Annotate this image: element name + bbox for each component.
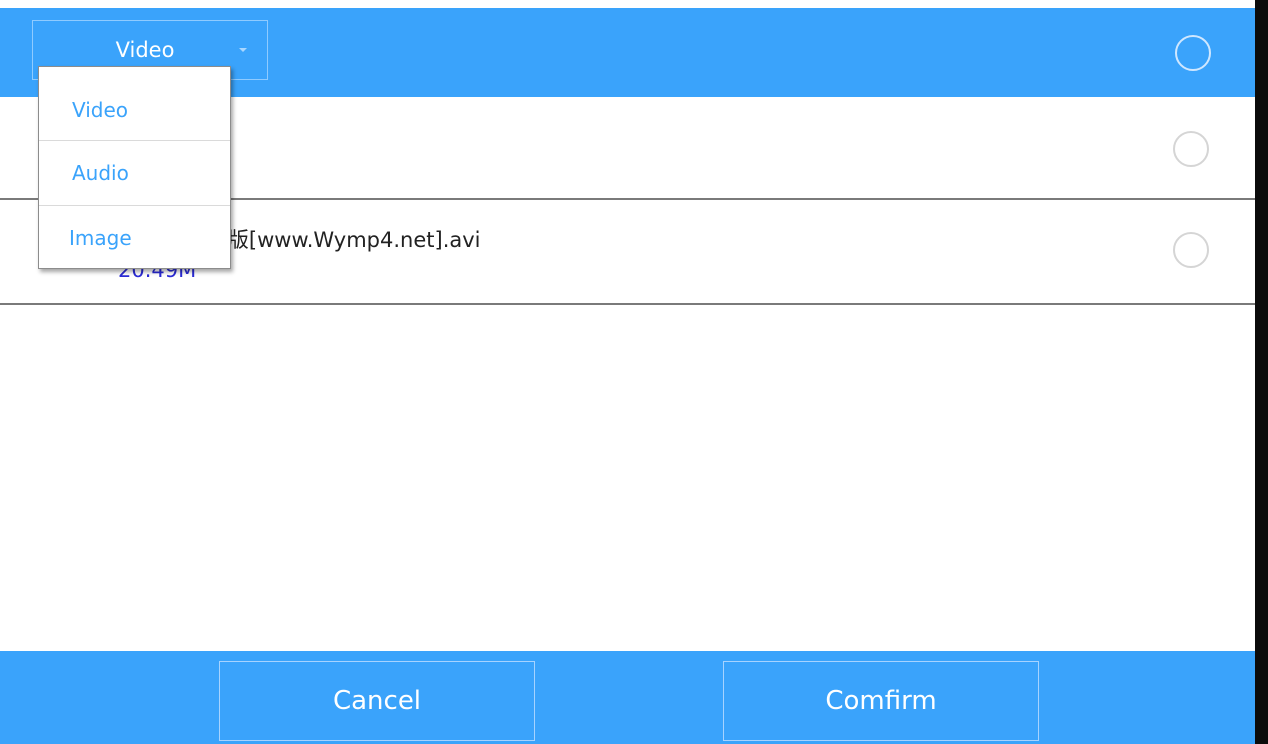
cancel-button[interactable]: Cancel bbox=[219, 661, 535, 741]
confirm-button[interactable]: Comfirm bbox=[723, 661, 1039, 741]
dropdown-option-image[interactable]: Image bbox=[39, 206, 230, 268]
dropdown-option-audio[interactable]: Audio bbox=[39, 141, 230, 206]
select-all-radio[interactable] bbox=[1175, 35, 1211, 71]
screen-edge bbox=[1255, 0, 1268, 744]
file-select-radio[interactable] bbox=[1173, 131, 1209, 167]
top-strip bbox=[0, 0, 1268, 8]
chevron-down-icon bbox=[239, 48, 247, 52]
file-select-radio[interactable] bbox=[1173, 232, 1209, 268]
footer-bar: Cancel Comfirm bbox=[0, 651, 1255, 744]
media-type-dropdown: Video Audio Image bbox=[38, 66, 231, 269]
dropdown-option-video[interactable]: Video bbox=[39, 67, 230, 141]
